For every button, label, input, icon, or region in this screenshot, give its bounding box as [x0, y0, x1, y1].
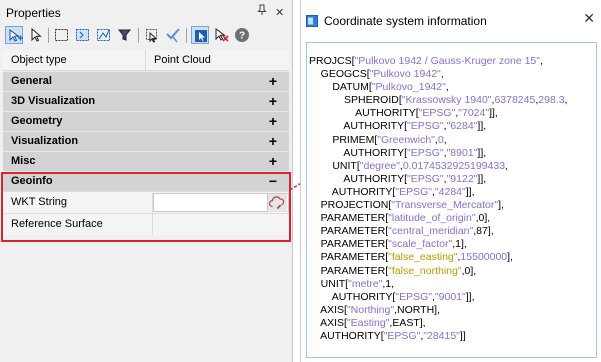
wkt-line: AUTHORITY["EPSG","6284"]], — [309, 120, 487, 133]
pointer-icon[interactable] — [27, 26, 45, 44]
category-geoinfo[interactable]: Geoinfo − — [3, 171, 289, 191]
property-label: WKT String — [3, 192, 153, 213]
window-titlebar: Coordinate system information ✕ — [301, 0, 601, 42]
expand-icon[interactable]: + — [269, 71, 277, 91]
wkt-line: AUTHORITY["EPSG","9122"]], — [309, 172, 487, 185]
coordinate-system-window: Coordinate system information ✕ PROJCS["… — [300, 0, 601, 362]
wkt-string-field[interactable] — [153, 193, 289, 212]
properties-toolbar: ? — [3, 26, 289, 46]
close-icon[interactable]: ✕ — [583, 10, 595, 27]
wkt-line: PRIMEM["Greenwich",0, — [309, 133, 447, 146]
wkt-line: SPHEROID["Krassowsky 1940",6378245,298.3… — [309, 94, 568, 107]
category-misc[interactable]: Misc + — [3, 151, 289, 171]
expand-icon[interactable]: + — [269, 111, 277, 131]
category-geometry[interactable]: Geometry + — [3, 111, 289, 131]
wkt-line: AUTHORITY["EPSG","28415"]] — [309, 329, 466, 342]
category-label: Geometry — [11, 115, 63, 127]
close-icon[interactable]: ✕ — [275, 0, 284, 26]
property-row-wkt-string: WKT String — [3, 191, 289, 213]
grid-header-row: Object type Point Cloud — [3, 50, 289, 71]
category-label: Geoinfo — [11, 175, 53, 187]
wkt-text-area[interactable]: PROJCS["Pulkovo 1942 / Gauss-Kruger zone… — [306, 42, 597, 358]
edit-check-icon[interactable] — [164, 26, 182, 44]
help-icon[interactable]: ? — [233, 26, 251, 44]
property-label: Reference Surface — [3, 214, 153, 235]
select-mode-icon[interactable] — [191, 26, 209, 44]
wkt-definition-text: PROJCS["Pulkovo 1942 / Gauss-Kruger zone… — [309, 55, 567, 343]
select-window-icon[interactable] — [53, 26, 71, 44]
wkt-line: UNIT["metre",1, — [309, 277, 395, 290]
svg-text:?: ? — [239, 31, 245, 42]
category-label: General — [11, 75, 52, 87]
panel-title: Properties — [6, 6, 61, 20]
wkt-line: AXIS["Northing",NORTH], — [309, 303, 440, 316]
wkt-line: AUTHORITY["EPSG","9001"]], — [309, 290, 475, 303]
cloud-edit-icon[interactable] — [267, 194, 287, 212]
wkt-line: AXIS["Easting",EAST], — [309, 316, 426, 329]
deselect-icon[interactable] — [212, 26, 230, 44]
wkt-line: PROJECTION["Transverse_Mercator"], — [309, 199, 504, 212]
wkt-line: GEOGCS["Pulkovo 1942", — [309, 68, 444, 81]
category-general[interactable]: General + — [3, 71, 289, 91]
expand-icon[interactable]: + — [269, 151, 277, 171]
select-add-icon[interactable] — [5, 26, 23, 44]
object-type-value: Point Cloud — [154, 54, 211, 66]
wkt-line: UNIT["degree",0.0174532925199433, — [309, 159, 508, 172]
wkt-line: DATUM["Pulkovo_1942", — [309, 81, 449, 94]
expand-icon[interactable]: + — [269, 131, 277, 151]
wkt-line: PARAMETER["scale_factor",1], — [309, 238, 467, 251]
properties-panel: Properties ✕ ? Object type Point Cloud G… — [0, 0, 293, 362]
category-3d-visualization[interactable]: 3D Visualization + — [3, 91, 289, 111]
pin-icon[interactable] — [257, 0, 267, 26]
reference-surface-field[interactable] — [153, 214, 289, 235]
filter-icon[interactable] — [116, 26, 134, 44]
category-visualization[interactable]: Visualization + — [3, 131, 289, 151]
select-fence-icon[interactable] — [95, 26, 113, 44]
category-label: Misc — [11, 155, 36, 167]
wkt-line: PARAMETER["false_easting",15500000], — [309, 251, 513, 264]
app-window-icon — [306, 15, 318, 27]
properties-titlebar: Properties ✕ — [0, 0, 292, 26]
wkt-line: PROJCS["Pulkovo 1942 / Gauss-Kruger zone… — [309, 55, 543, 67]
wkt-line: PARAMETER["latitude_of_origin",0], — [309, 212, 491, 225]
category-label: Visualization — [11, 135, 79, 147]
wkt-line: AUTHORITY["EPSG","4284"]], — [309, 185, 475, 198]
selection-set-icon[interactable] — [143, 26, 161, 44]
wkt-line: AUTHORITY["EPSG","8901"]], — [309, 146, 487, 159]
window-title: Coordinate system information — [324, 14, 487, 28]
wkt-line: PARAMETER["false_northing",0], — [309, 264, 477, 277]
property-grid: Object type Point Cloud General + 3D Vis… — [3, 50, 289, 235]
wkt-line: PARAMETER["central_meridian",87], — [309, 225, 494, 238]
select-crossing-icon[interactable] — [74, 26, 92, 44]
object-type-label: Object type — [3, 50, 146, 70]
property-row-reference-surface: Reference Surface — [3, 213, 289, 235]
wkt-line: AUTHORITY["EPSG","7024"]], — [309, 107, 498, 120]
category-label: 3D Visualization — [11, 95, 96, 107]
collapse-icon[interactable]: − — [269, 171, 277, 191]
expand-icon[interactable]: + — [269, 91, 277, 111]
